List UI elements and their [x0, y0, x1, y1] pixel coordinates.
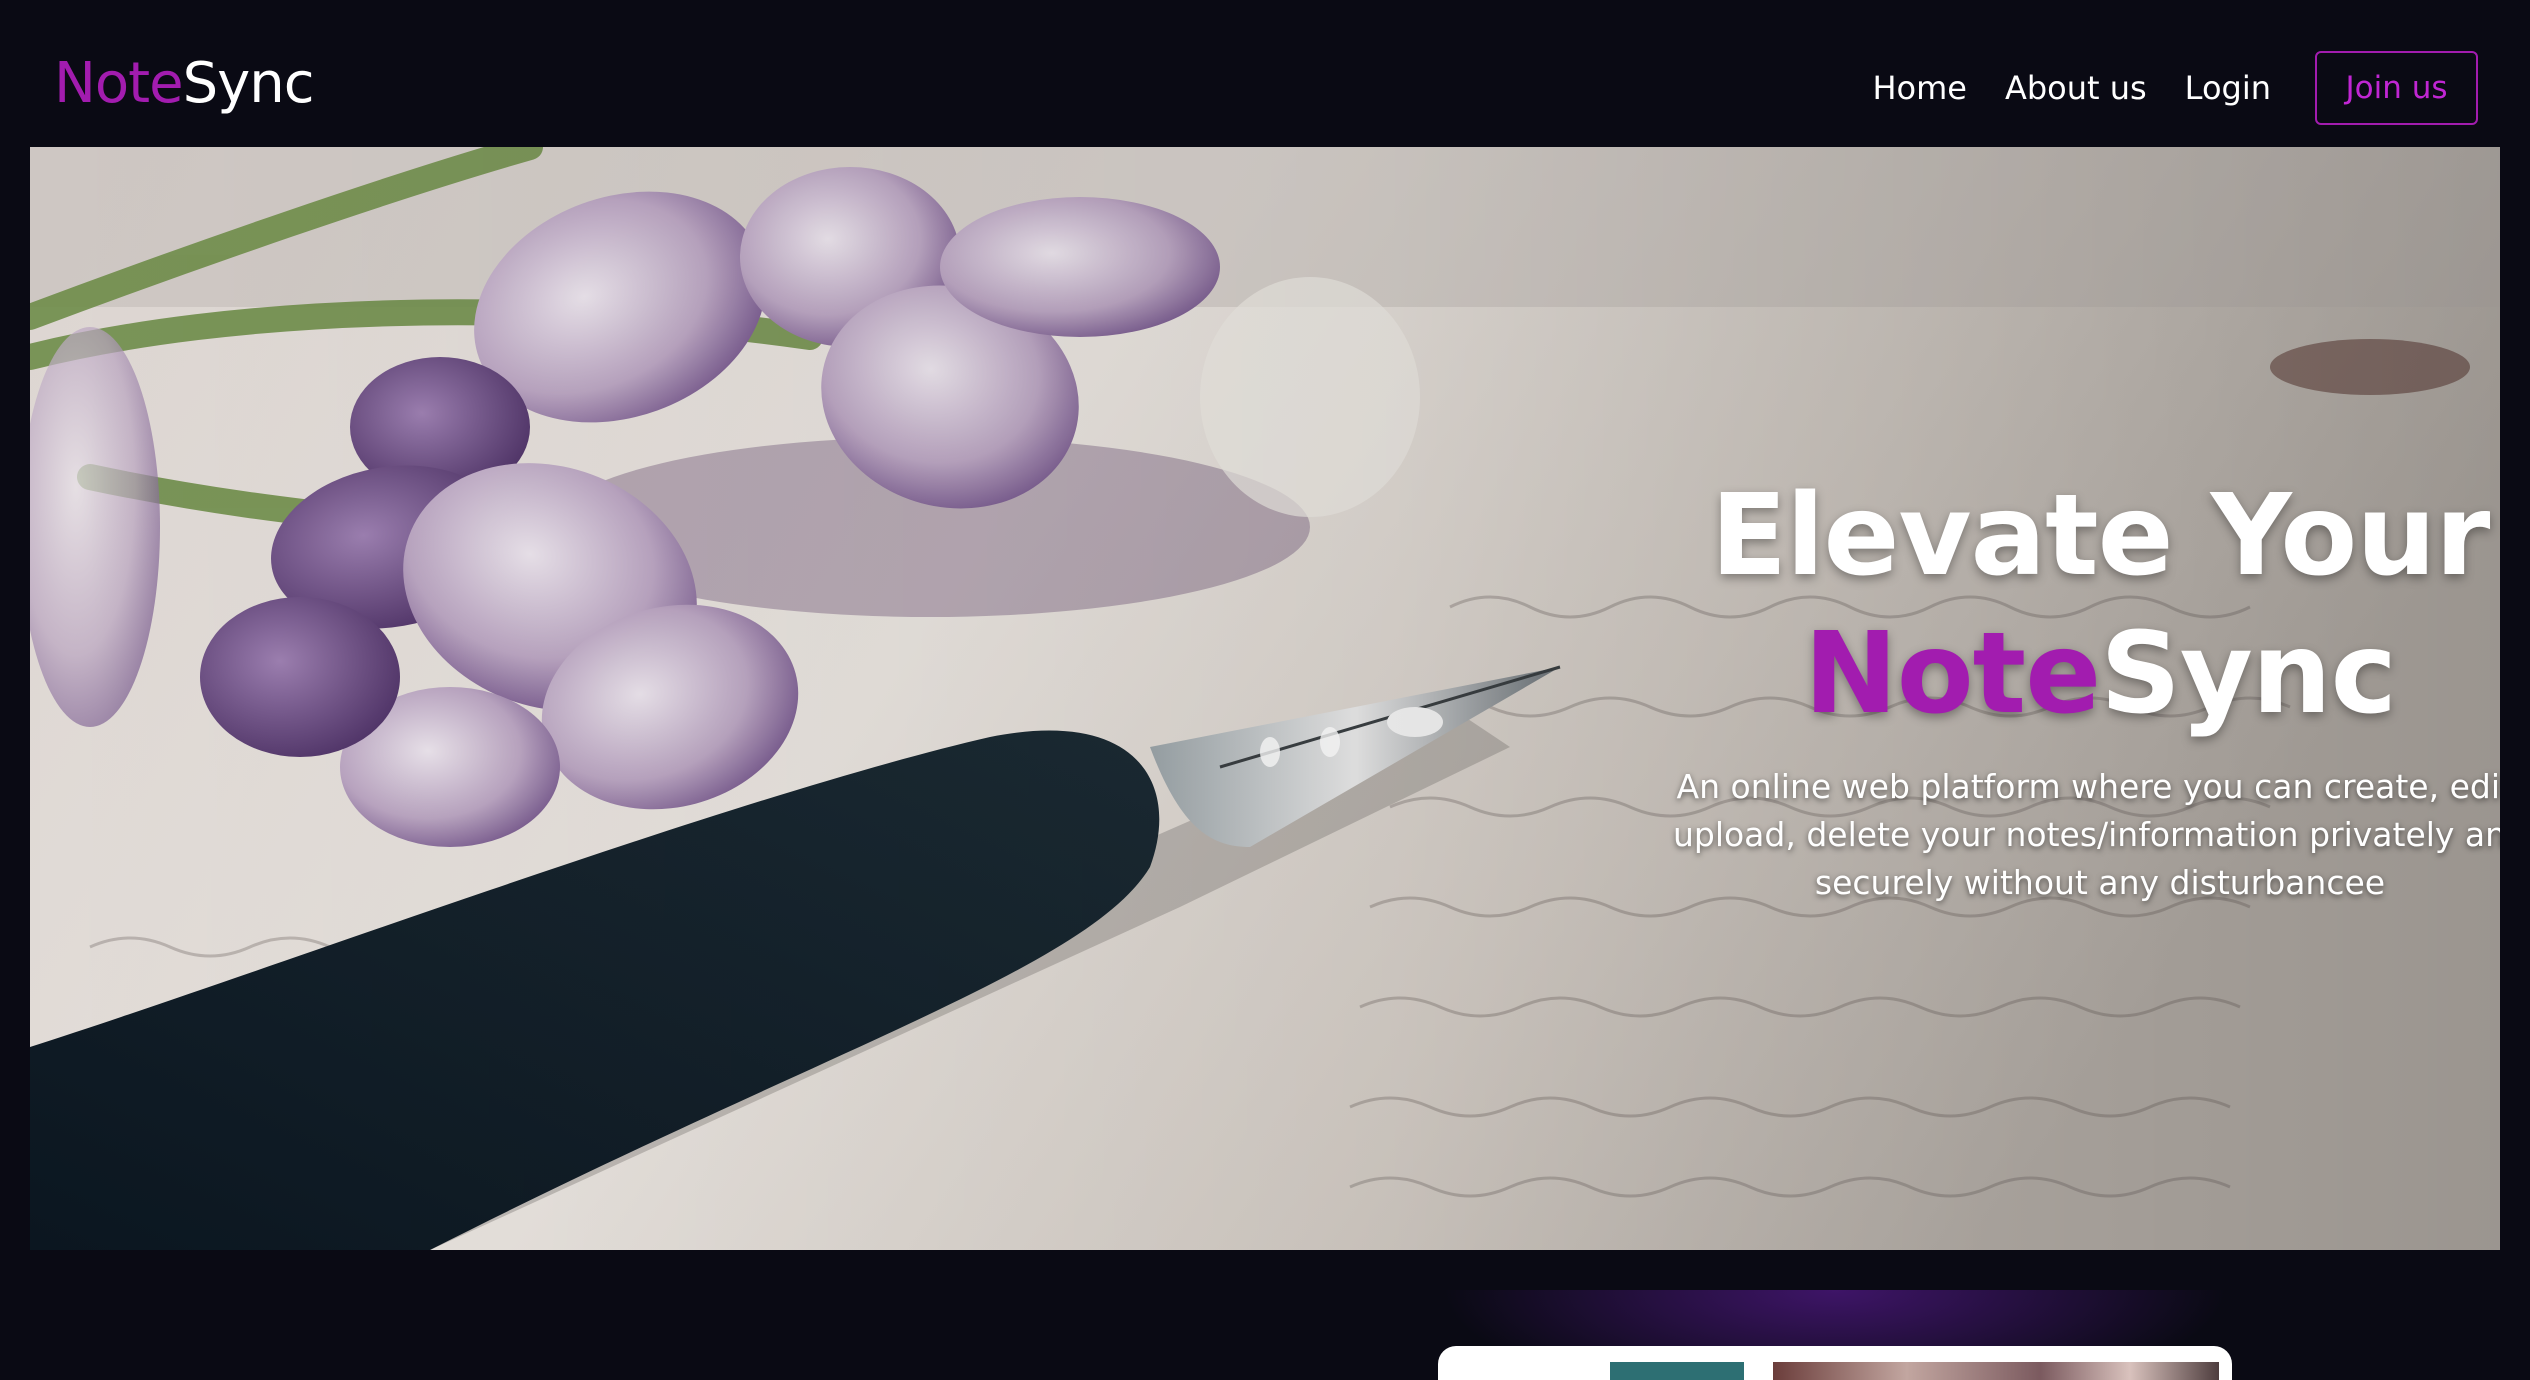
preview-image-right [1773, 1362, 2219, 1380]
hero-banner: Elevate Your NoteSync An online web plat… [30, 147, 2500, 1250]
nav-login-link[interactable]: Login [2185, 69, 2271, 107]
nav-links: Home About us Login Join us [1872, 51, 2478, 125]
brand-rest: Sync [182, 51, 315, 116]
brand-accent: Note [54, 51, 184, 116]
preview-card [1438, 1346, 2232, 1380]
brand-logo[interactable]: NoteSync [54, 48, 315, 120]
hero-text-block: Elevate Your NoteSync An online web plat… [1630, 467, 2500, 907]
nav-about-link[interactable]: About us [2005, 69, 2147, 107]
hero-subtitle: An online web platform where you can cre… [1672, 767, 2500, 902]
hero-title: Elevate Your NoteSync [1630, 467, 2500, 743]
join-us-button[interactable]: Join us [2315, 51, 2478, 125]
hero-title-line1: Elevate Your [1710, 471, 2491, 601]
preview-image-left [1610, 1362, 1744, 1380]
nav-home-link[interactable]: Home [1872, 69, 1967, 107]
hero-title-rest: Sync [2100, 609, 2397, 739]
navbar: NoteSync Home About us Login Join us [0, 0, 2530, 147]
hero-title-accent: Note [1804, 609, 2101, 739]
